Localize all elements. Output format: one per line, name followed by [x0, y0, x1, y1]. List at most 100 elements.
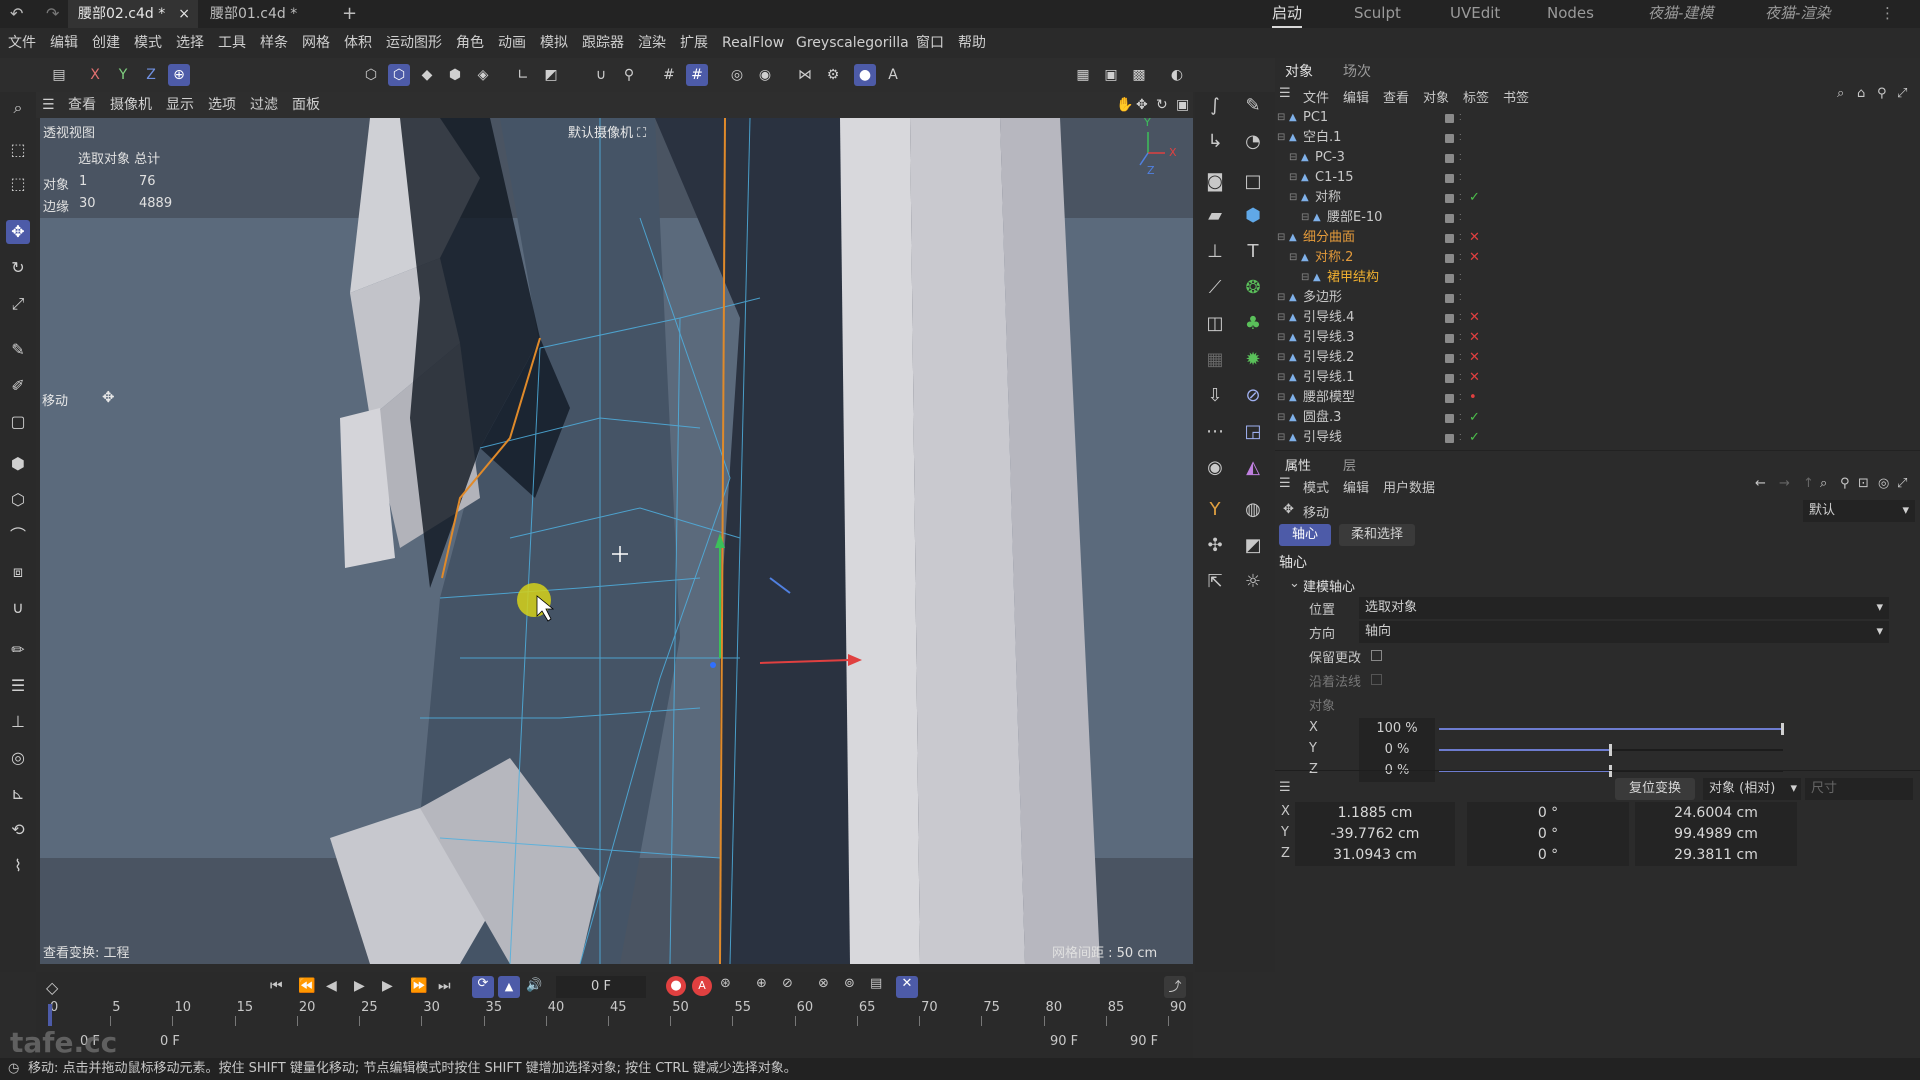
light-icon[interactable]: ☼: [1239, 568, 1267, 596]
object-row[interactable]: ⊟ ▲ 引导线.4 ⁚ ✕: [1275, 308, 1920, 328]
layer-swatch[interactable]: [1445, 114, 1454, 123]
expand-toggle-icon[interactable]: ⊟: [1277, 328, 1285, 348]
object-row[interactable]: ⊟ ▲ PC1 ⁚: [1275, 108, 1920, 128]
polygons-mode-icon[interactable]: ◆: [416, 64, 438, 86]
object-name[interactable]: 腰部E-10: [1327, 208, 1382, 228]
options-icon[interactable]: ◎: [1878, 476, 1889, 491]
object-name[interactable]: 圆盘.3: [1303, 408, 1341, 428]
expand-toggle-icon[interactable]: ⊟: [1289, 168, 1297, 188]
menu-icon[interactable]: ☰: [1279, 476, 1291, 491]
expand-toggle-icon[interactable]: ⊟: [1277, 368, 1285, 388]
object-name[interactable]: 引导线.2: [1303, 348, 1354, 368]
search-icon[interactable]: ⌕: [6, 96, 30, 120]
object-status[interactable]: ✕: [1469, 248, 1480, 268]
sky-icon[interactable]: ◍: [1239, 496, 1267, 524]
undo-icon[interactable]: ↶: [0, 0, 40, 28]
object-row[interactable]: ⊟ ▲ C1-15 ⁚: [1275, 168, 1920, 188]
menu-file[interactable]: 文件: [8, 28, 36, 58]
forward-icon[interactable]: →: [1779, 476, 1790, 491]
previous-frame-icon[interactable]: ◀: [326, 978, 337, 994]
object-status[interactable]: ✕: [1469, 308, 1480, 328]
menu-edit[interactable]: 编辑: [50, 28, 78, 58]
expand-toggle-icon[interactable]: ⊟: [1277, 308, 1285, 328]
effector-icon[interactable]: ✹: [1239, 346, 1267, 374]
tab-axis[interactable]: 轴心: [1279, 524, 1331, 546]
object-name[interactable]: 腰部模型: [1303, 388, 1355, 408]
visibility-dots-icon[interactable]: ⁚: [1459, 148, 1462, 168]
expand-toggle-icon[interactable]: ⊟: [1277, 128, 1285, 148]
viewport-menu-camera[interactable]: 摄像机: [110, 92, 152, 118]
plane-icon[interactable]: □: [1239, 168, 1267, 196]
menu-animate[interactable]: 动画: [498, 28, 526, 58]
previous-key-icon[interactable]: ⏪: [298, 978, 315, 994]
expand-toggle-icon[interactable]: ⊟: [1277, 388, 1285, 408]
expand-icon[interactable]: ⤢: [1897, 86, 1907, 101]
object-name[interactable]: 引导线.3: [1303, 328, 1354, 348]
object-name[interactable]: C1-15: [1315, 168, 1354, 188]
grid-snap-icon[interactable]: #: [658, 64, 680, 86]
sketch-icon[interactable]: ✎: [1239, 92, 1267, 120]
coordinate-system-icon[interactable]: ▤: [48, 64, 70, 86]
layer-swatch[interactable]: [1445, 174, 1454, 183]
cube-icon[interactable]: ▢: [6, 410, 30, 434]
coord-pos-field[interactable]: 31.0943 cm: [1295, 844, 1455, 866]
axis-slider-handle[interactable]: [1781, 723, 1784, 735]
next-frame-icon[interactable]: ▶: [382, 978, 393, 994]
tab-file-1[interactable]: 腰部02.c4d * ×: [68, 0, 198, 28]
box-selection-icon[interactable]: ⬚: [6, 172, 30, 196]
object-row[interactable]: ⊟ ▲ 腰部模型 ⁚ •: [1275, 388, 1920, 408]
layer-swatch[interactable]: [1445, 194, 1454, 203]
object-row[interactable]: ⊟ ▲ 裙甲结构 ⁚: [1275, 268, 1920, 288]
extrude-nurbs-icon[interactable]: ▰: [1201, 202, 1229, 230]
viewport-menu-options[interactable]: 选项: [208, 92, 236, 118]
position-dropdown[interactable]: 选取对象 ▾: [1359, 597, 1889, 619]
lock-y-button[interactable]: Y: [112, 64, 134, 86]
visibility-dots-icon[interactable]: ⁚: [1459, 128, 1462, 148]
object-status[interactable]: ✕: [1469, 228, 1480, 248]
menu-select[interactable]: 选择: [176, 28, 204, 58]
object-status[interactable]: ✓: [1469, 188, 1480, 208]
world-coordinates-icon[interactable]: ⊕: [168, 64, 190, 86]
om-menu-bookmarks[interactable]: 书签: [1503, 87, 1529, 106]
lathe-icon[interactable]: ◙: [1201, 168, 1229, 196]
visibility-dots-icon[interactable]: ⁚: [1459, 108, 1462, 128]
workplane-icon[interactable]: ●: [854, 64, 876, 86]
tab-attributes[interactable]: 属性: [1285, 455, 1311, 474]
texture-mode-icon[interactable]: ◈: [472, 64, 494, 86]
scale-tool-icon[interactable]: ⤢: [6, 292, 30, 316]
cube-primitive-icon[interactable]: ⬢: [1239, 202, 1267, 230]
om-menu-object[interactable]: 对象: [1423, 87, 1449, 106]
close-icon[interactable]: ×: [178, 0, 190, 28]
object-name[interactable]: 对称: [1315, 188, 1341, 208]
menu-tracker[interactable]: 跟踪器: [582, 28, 624, 58]
visibility-dots-icon[interactable]: ⁚: [1459, 428, 1462, 448]
loop-cut-icon[interactable]: ⧈: [6, 560, 30, 584]
live-selection-icon[interactable]: ⬚: [6, 138, 30, 162]
expand-toggle-icon[interactable]: ⊟: [1277, 408, 1285, 428]
redo-icon[interactable]: ↷: [36, 0, 66, 28]
menu-render[interactable]: 渲染: [638, 28, 666, 58]
layer-swatch[interactable]: [1445, 314, 1454, 323]
expand-toggle-icon[interactable]: ⊟: [1301, 268, 1309, 288]
object-status[interactable]: •: [1469, 388, 1477, 408]
camera-icon[interactable]: ◩: [1239, 532, 1267, 560]
points-mode-icon[interactable]: ⬡: [360, 64, 382, 86]
layout-tab-nodes[interactable]: Nodes: [1547, 0, 1594, 28]
mograph-cloner-icon[interactable]: ❂: [1239, 274, 1267, 302]
menu-volume[interactable]: 体积: [344, 28, 372, 58]
playback-rate-icon[interactable]: ▲: [498, 976, 520, 998]
along-normals-checkbox[interactable]: [1371, 674, 1382, 685]
snap-icon[interactable]: #: [686, 64, 708, 86]
expand-toggle-icon[interactable]: ⊟: [1277, 428, 1285, 448]
lock-icon[interactable]: ⊡: [1858, 476, 1869, 491]
preset-dropdown[interactable]: 默认 ▾: [1803, 500, 1915, 522]
settings-icon[interactable]: ⚙: [822, 64, 844, 86]
tab-layers[interactable]: 层: [1343, 455, 1356, 474]
menu-character[interactable]: 角色: [456, 28, 484, 58]
tweak-icon[interactable]: ⟲: [6, 818, 30, 842]
visibility-dots-icon[interactable]: ⁚: [1459, 228, 1462, 248]
sculpt-icon[interactable]: ◔: [1239, 128, 1267, 156]
object-name[interactable]: 裙甲结构: [1327, 268, 1379, 288]
viewport-menu-filter[interactable]: 过滤: [250, 92, 278, 118]
auto-keying-icon[interactable]: A: [692, 976, 712, 996]
